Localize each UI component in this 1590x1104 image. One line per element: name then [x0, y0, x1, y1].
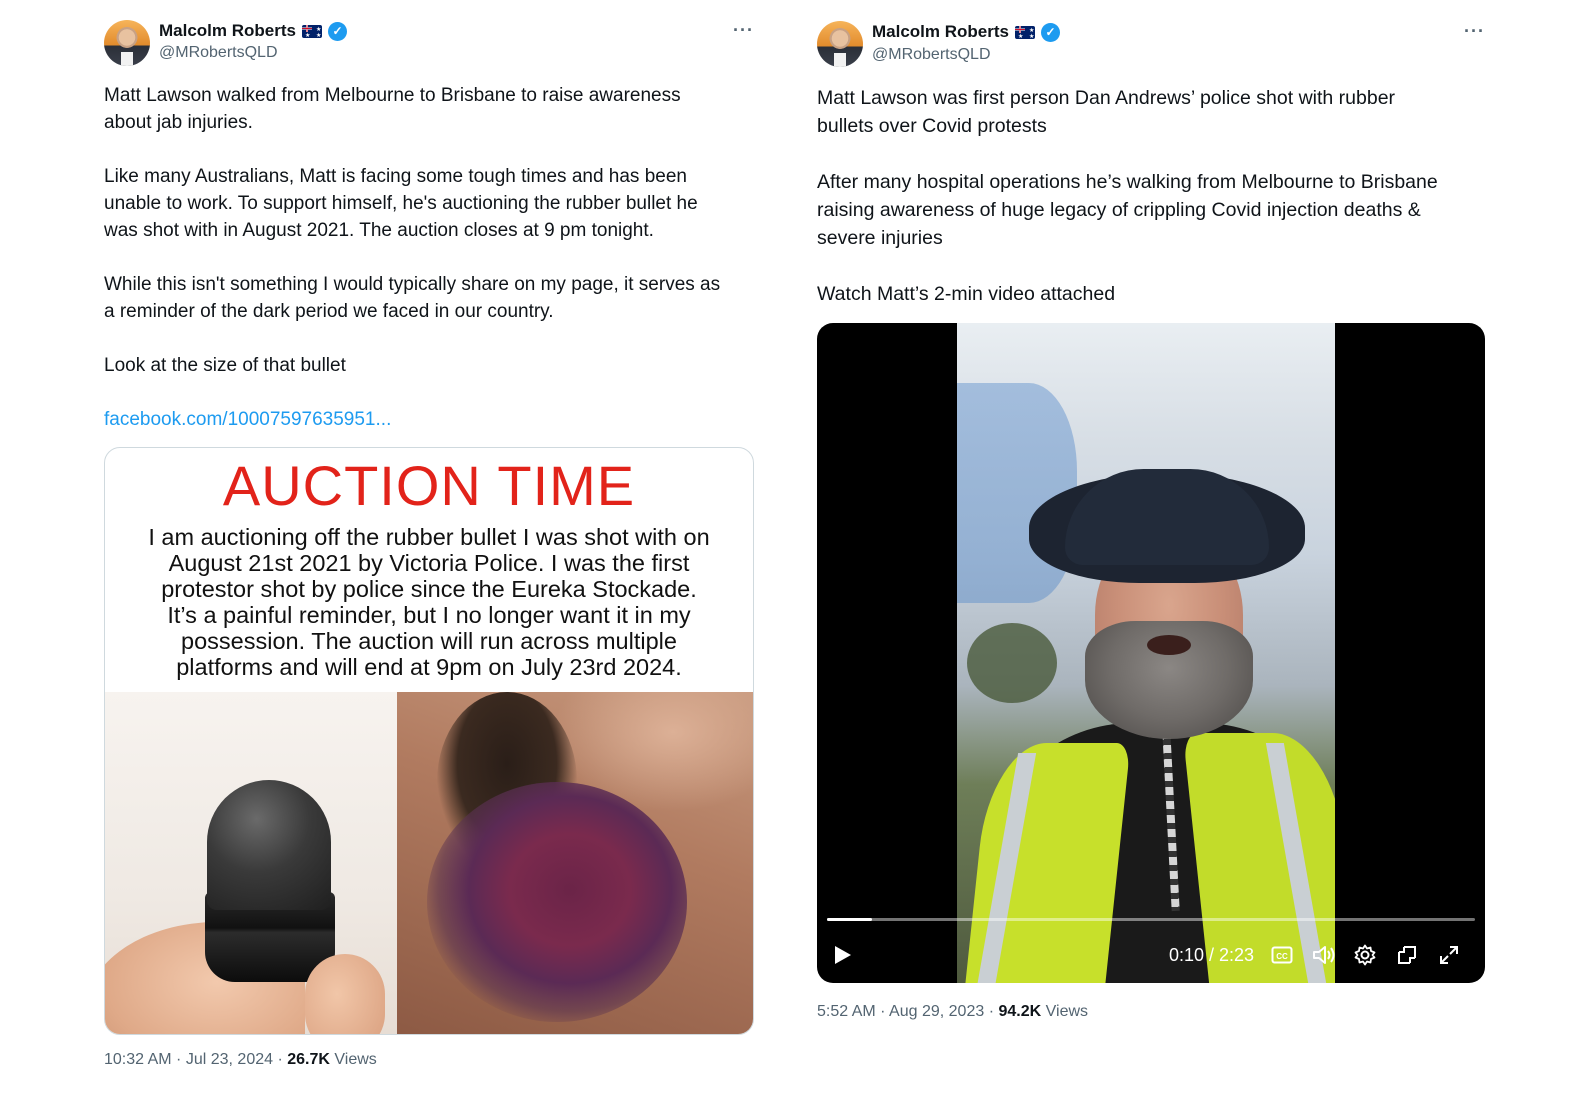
- video-controls: 0:10 / 2:23 CC: [817, 935, 1485, 975]
- tweet-header: Malcolm Roberts ★ ★ ★ ✓ @MRobertsQLD ···: [104, 0, 754, 66]
- video-progress-fill: [827, 918, 873, 921]
- picture-in-picture-icon[interactable]: [1395, 935, 1419, 975]
- views-count: 94.2K: [998, 1003, 1042, 1020]
- svg-text:CC: CC: [1276, 952, 1288, 961]
- captions-icon[interactable]: CC: [1271, 935, 1293, 975]
- verified-badge-icon[interactable]: ✓: [1040, 22, 1060, 42]
- views-label: Views: [1045, 1003, 1089, 1020]
- author-name[interactable]: Malcolm Roberts: [159, 21, 296, 41]
- more-options-icon[interactable]: ···: [733, 20, 754, 41]
- external-link[interactable]: facebook.com/10007597635951...: [104, 406, 754, 433]
- video-player[interactable]: 0:10 / 2:23 CC: [817, 323, 1485, 983]
- video-time: 0:10 / 2:23: [1169, 944, 1255, 965]
- australian-flag-icon: ★ ★ ★: [1014, 25, 1035, 39]
- tweet-paragraph: Matt Lawson was first person Dan Andrews…: [817, 87, 1396, 137]
- tweet-paragraph: Look at the size of that bullet: [104, 355, 346, 376]
- tweet-left: Malcolm Roberts ★ ★ ★ ✓ @MRobertsQLD ··· M…: [104, 0, 754, 1069]
- link-ellipsis: ...: [375, 409, 392, 430]
- tweet-paragraph: Watch Matt’s 2-min video attached: [817, 283, 1116, 305]
- tweet-time[interactable]: 10:32 AM: [104, 1051, 172, 1068]
- tweet-text: Matt Lawson walked from Melbourne to Bri…: [104, 82, 754, 433]
- author-name[interactable]: Malcolm Roberts: [872, 22, 1009, 42]
- tweet-date[interactable]: Aug 29, 2023: [889, 1003, 984, 1020]
- author-line: Malcolm Roberts ★ ★ ★ ✓: [872, 22, 1060, 42]
- rubber-bullet-photo: [105, 692, 397, 1034]
- volume-icon[interactable]: [1311, 935, 1337, 975]
- video-frame: [957, 323, 1335, 983]
- tweet-paragraph: While this isn't something I would typic…: [104, 274, 721, 322]
- tweet-meta: 10:32 AM · Jul 23, 2024 · 26.7K Views: [104, 1051, 377, 1068]
- author-line: Malcolm Roberts ★ ★ ★ ✓: [159, 21, 347, 41]
- bruise-photo: [397, 692, 753, 1034]
- play-icon[interactable]: [831, 935, 855, 975]
- auction-text: I am auctioning off the rubber bullet I …: [148, 524, 710, 680]
- auction-image[interactable]: AUCTION TIME I am auctioning off the rub…: [104, 447, 754, 1035]
- link-text[interactable]: facebook.com/10007597635951: [104, 409, 376, 430]
- auction-title: AUCTION TIME: [222, 454, 636, 517]
- tweet-right: Malcolm Roberts ★ ★ ★ ✓ @MRobertsQLD ··· M…: [817, 0, 1485, 1021]
- more-options-icon[interactable]: ···: [1464, 21, 1485, 42]
- australian-flag-icon: ★ ★ ★: [301, 24, 322, 38]
- video-progress-bar[interactable]: [827, 918, 1475, 921]
- tweet-header: Malcolm Roberts ★ ★ ★ ✓ @MRobertsQLD ···: [817, 0, 1485, 67]
- tweet-paragraph: Matt Lawson walked from Melbourne to Bri…: [104, 85, 681, 133]
- author-handle[interactable]: @MRobertsQLD: [159, 44, 278, 62]
- tweet-meta: 5:52 AM · Aug 29, 2023 · 94.2K Views: [817, 1003, 1089, 1020]
- tweet-text: Matt Lawson was first person Dan Andrews…: [817, 84, 1485, 308]
- avatar[interactable]: [817, 21, 863, 67]
- tweet-paragraph: Like many Australians, Matt is facing so…: [104, 166, 698, 241]
- auction-photos: [105, 692, 753, 1034]
- views-label: Views: [334, 1051, 377, 1068]
- verified-badge-icon[interactable]: ✓: [327, 21, 347, 41]
- avatar[interactable]: [104, 20, 150, 66]
- author-handle[interactable]: @MRobertsQLD: [872, 46, 991, 64]
- tweet-time[interactable]: 5:52 AM: [817, 1003, 876, 1020]
- tweet-date[interactable]: Jul 23, 2024: [186, 1051, 273, 1068]
- tweet-paragraph: After many hospital operations he’s walk…: [817, 171, 1438, 249]
- views-count: 26.7K: [287, 1051, 330, 1068]
- settings-gear-icon[interactable]: [1353, 935, 1377, 975]
- fullscreen-icon[interactable]: [1437, 935, 1461, 975]
